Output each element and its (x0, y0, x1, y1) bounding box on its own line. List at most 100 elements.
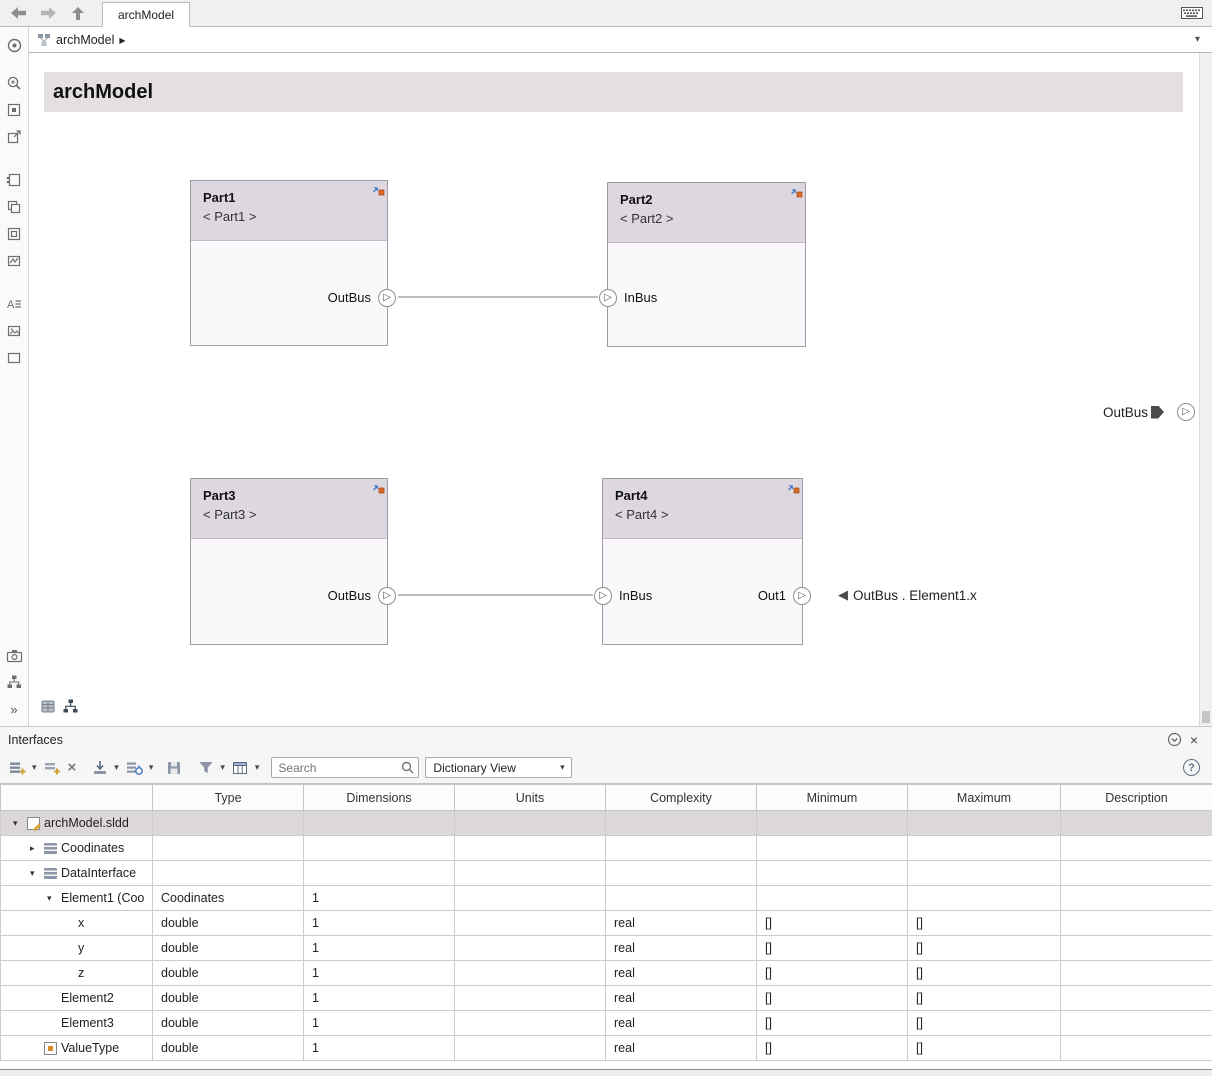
connector-part1-part2[interactable] (398, 296, 598, 298)
collapse-arrow-icon[interactable]: ▾ (47, 893, 61, 904)
pop-out-icon[interactable] (3, 127, 25, 147)
up-button[interactable] (66, 2, 90, 24)
zoom-in-icon[interactable] (3, 73, 25, 93)
minimize-panel-button[interactable] (1164, 730, 1184, 750)
table-cell[interactable]: [] (757, 936, 908, 961)
table-row[interactable]: ▸Coodinates (1, 836, 1212, 861)
table-cell[interactable] (455, 886, 606, 911)
table-cell[interactable] (455, 1036, 606, 1061)
architecture-views-icon[interactable] (3, 672, 25, 692)
table-cell[interactable]: double (153, 961, 304, 986)
collapse-toolstrip-icon[interactable]: ▾ (1195, 34, 1204, 45)
add-interface-button[interactable] (6, 756, 29, 780)
table-row[interactable]: ▾DataInterface (1, 861, 1212, 886)
table-cell[interactable]: 1 (304, 936, 455, 961)
chevron-down-icon[interactable]: ▾ (32, 762, 37, 773)
expand-palette-icon[interactable]: » (3, 699, 25, 719)
scrollbar-thumb[interactable] (1202, 711, 1210, 723)
component-part3[interactable]: Part3 < Part3 > OutBus ▷ (190, 478, 388, 645)
table-cell[interactable]: double (153, 936, 304, 961)
adapter-tool-icon[interactable] (3, 251, 25, 271)
explore-icon[interactable] (3, 35, 25, 55)
view-selector-dropdown[interactable]: Dictionary View ▾ (425, 757, 572, 778)
table-cell[interactable] (455, 911, 606, 936)
table-cell[interactable]: 1 (304, 886, 455, 911)
component-header[interactable]: Part2 < Part2 > (608, 183, 805, 243)
table-cell[interactable] (1061, 986, 1212, 1011)
row-name-cell[interactable]: ▾DataInterface (1, 861, 153, 886)
table-cell[interactable] (1061, 911, 1212, 936)
input-port-inbus[interactable]: ▷ (594, 587, 612, 605)
table-cell[interactable]: real (606, 986, 757, 1011)
row-name-cell[interactable]: ValueType (1, 1036, 153, 1061)
table-cell[interactable]: real (606, 1011, 757, 1036)
component-header[interactable]: Part1 < Part1 > (191, 181, 387, 241)
row-name-cell[interactable]: ▸Coodinates (1, 836, 153, 861)
table-cell[interactable] (153, 811, 304, 836)
table-cell[interactable]: [] (757, 1011, 908, 1036)
table-row[interactable]: ▾Element1 (CooCoodinates1 (1, 886, 1212, 911)
table-cell[interactable] (304, 861, 455, 886)
table-cell[interactable] (908, 861, 1061, 886)
collapse-arrow-icon[interactable]: ▾ (13, 818, 27, 829)
help-button[interactable]: ? (1183, 759, 1200, 776)
table-cell[interactable] (304, 811, 455, 836)
table-cell[interactable]: Coodinates (153, 886, 304, 911)
back-button[interactable] (6, 2, 30, 24)
table-cell[interactable] (1061, 861, 1212, 886)
table-cell[interactable] (757, 836, 908, 861)
open-model-badge-icon[interactable] (372, 183, 385, 196)
image-tool-icon[interactable] (3, 321, 25, 341)
row-name-cell[interactable]: x (1, 911, 153, 936)
show-columns-button[interactable] (229, 756, 252, 780)
chevron-down-icon[interactable]: ▾ (114, 762, 119, 773)
table-cell[interactable]: 1 (304, 961, 455, 986)
table-cell[interactable] (455, 961, 606, 986)
delete-button[interactable]: × (65, 756, 80, 780)
table-cell[interactable] (455, 986, 606, 1011)
table-cell[interactable] (606, 811, 757, 836)
table-cell[interactable]: 1 (304, 986, 455, 1011)
external-port-circle[interactable]: ▷ (1177, 403, 1195, 421)
table-cell[interactable] (908, 836, 1061, 861)
table-cell[interactable] (1061, 936, 1212, 961)
table-cell[interactable]: 1 (304, 1036, 455, 1061)
dictionary-badge-icon[interactable] (40, 698, 57, 715)
chevron-down-icon[interactable]: ▾ (220, 762, 225, 773)
table-cell[interactable] (1061, 1036, 1212, 1061)
row-name-cell[interactable]: ▾Element1 (Coo (1, 886, 153, 911)
table-cell[interactable]: [] (757, 986, 908, 1011)
open-model-badge-icon[interactable] (790, 185, 803, 198)
component-part4[interactable]: Part4 < Part4 > InBus ▷ Out1 ▷ (602, 478, 803, 645)
table-cell[interactable] (455, 1011, 606, 1036)
area-tool-icon[interactable] (3, 348, 25, 368)
table-cell[interactable]: [] (757, 1036, 908, 1061)
table-cell[interactable]: [] (908, 1036, 1061, 1061)
collapse-arrow-icon[interactable]: ▾ (30, 868, 44, 879)
breadcrumb[interactable]: archModel (56, 33, 114, 47)
table-cell[interactable] (1061, 1011, 1212, 1036)
table-cell[interactable] (455, 811, 606, 836)
table-cell[interactable] (153, 836, 304, 861)
output-port-out1[interactable]: ▷ (793, 587, 811, 605)
chevron-down-icon[interactable]: ▾ (149, 762, 154, 773)
table-row[interactable]: ValueTypedouble1real[][] (1, 1036, 1212, 1061)
component-tool-icon[interactable] (3, 170, 25, 190)
panel-bottom-scrollbar[interactable] (0, 1069, 1212, 1076)
expand-arrow-icon[interactable]: ▸ (30, 843, 44, 854)
hierarchy-badge-icon[interactable] (62, 698, 79, 715)
table-cell[interactable] (1061, 961, 1212, 986)
row-name-cell[interactable]: Element3 (1, 1011, 153, 1036)
table-cell[interactable]: real (606, 936, 757, 961)
table-cell[interactable]: real (606, 911, 757, 936)
table-cell[interactable] (1061, 836, 1212, 861)
component-header[interactable]: Part4 < Part4 > (603, 479, 802, 539)
output-port-outbus[interactable]: ▷ (378, 587, 396, 605)
keyboard-button[interactable] (1178, 2, 1206, 24)
fit-to-view-icon[interactable] (3, 100, 25, 120)
table-cell[interactable]: double (153, 1011, 304, 1036)
table-cell[interactable]: 1 (304, 911, 455, 936)
table-cell[interactable]: [] (757, 911, 908, 936)
table-row[interactable]: zdouble1real[][] (1, 961, 1212, 986)
component-part1[interactable]: Part1 < Part1 > OutBus ▷ (190, 180, 388, 346)
